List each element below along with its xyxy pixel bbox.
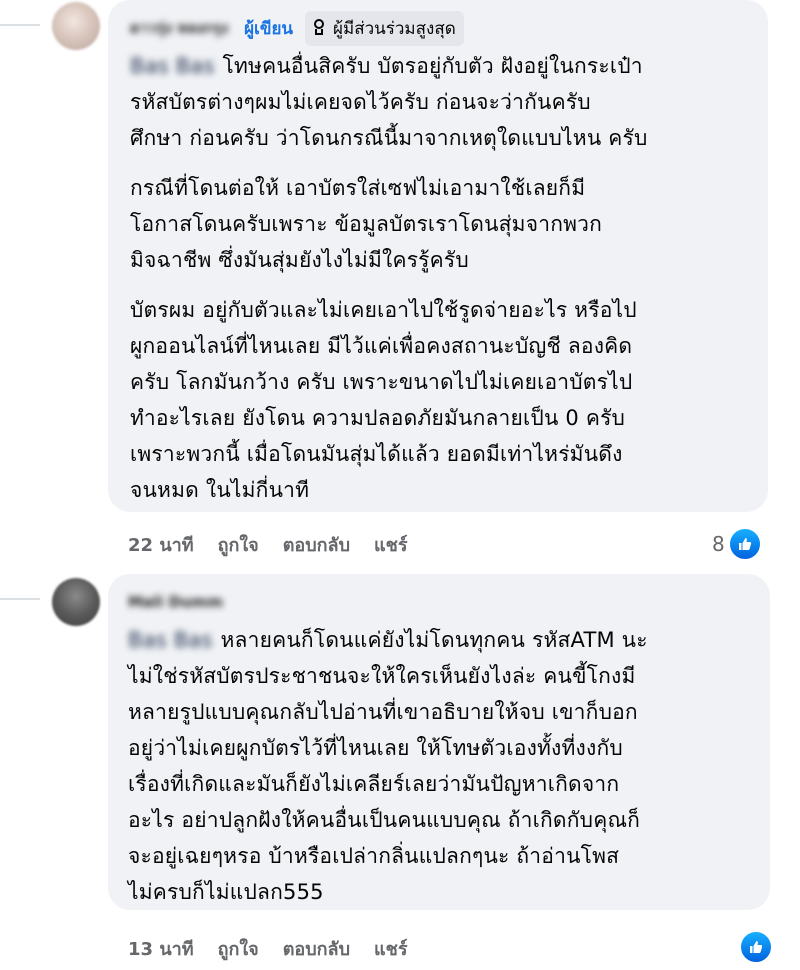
reaction-summary[interactable]: 8 (712, 527, 762, 561)
comment-timestamp[interactable]: 22 นาที (128, 530, 194, 559)
top-fan-label: ผู้มีส่วนร่วมสูงสุด (333, 18, 456, 39)
medal-icon (313, 19, 327, 37)
comment-line: เพราะพวกนี้ เมื่อโดนมันสุ่มได้แล้ว ยอดมี… (130, 442, 623, 466)
comment-line: จะอยู่เฉยๆหรอ บ้าหรือเปล่ากลิ่นแปลกๆนะ ถ… (128, 844, 620, 868)
like-button[interactable]: ถูกใจ (218, 934, 259, 963)
comment-line: ครับ โลกมันกว้าง ครับ เพราะขนาดไปไม่เคยเ… (130, 370, 633, 394)
comment-line: ไม่ใช่รหัสบัตรประชาชนจะให้ใครเห็นยังไงล่… (128, 664, 636, 688)
comment-line: เรื่องที่เกิดและมันก็ยังไม่เคลียร์เลยว่า… (128, 772, 620, 796)
comment-line: โทษคนอื่นสิครับ บัตรอยู่กับตัว ฝังอยู่ใน… (222, 54, 643, 78)
author-badge: ผู้เขียน (244, 18, 294, 39)
comment-paragraph: กรณีที่โดนต่อให้ เอาบัตรใส่เซฟไม่เอามาใช… (130, 170, 768, 278)
comment-actions: 22 นาที ถูกใจ ตอบกลับ แชร์ (128, 530, 408, 559)
comment-bubble: ดาวรุ่ง หลงกรุง ผู้เขียน ผู้มีส่วนร่วมสู… (108, 0, 768, 512)
avatar[interactable] (52, 578, 100, 626)
comment-paragraph: Bas Bas โทษคนอื่นสิครับ บัตรอยู่กับตัว ฝั… (130, 48, 768, 156)
comment-line: อยู่ว่าไม่เคยผูกบัตรไว้ที่ไหนเลย ให้โทษต… (128, 736, 623, 760)
comment-header: Mali Dumm (128, 582, 770, 622)
reaction-summary[interactable] (736, 930, 773, 964)
thread-connector (0, 598, 40, 600)
comment-bubble: Mali Dumm Bas Bas หลายคนก็โดนแค่ยังไม่โดน… (108, 574, 770, 910)
comment-header: ดาวรุ่ง หลงกรุง ผู้เขียน ผู้มีส่วนร่วมสู… (130, 8, 768, 48)
comment-line: ไม่ครบก็ไม่แปลก555 (128, 880, 324, 904)
reaction-count: 8 (712, 532, 725, 556)
share-button[interactable]: แชร์ (374, 530, 408, 559)
comment-line: หลายคนก็โดนแค่ยังไม่โดนทุกคน รหัสATM นะ (220, 628, 648, 652)
comment-line: ผูกออนไลน์ที่ไหนเลย มีไว้แค่เพื่อคงสถานะ… (130, 334, 633, 358)
author-name[interactable]: Mali Dumm (128, 593, 223, 611)
comment-line: กรณีที่โดนต่อให้ เอาบัตรใส่เซฟไม่เอามาใช… (130, 176, 586, 200)
comment-thread: ดาวรุ่ง หลงกรุง ผู้เขียน ผู้มีส่วนร่วมสู… (0, 0, 800, 970)
avatar[interactable] (52, 2, 100, 50)
comment-line: จนหมด ในไม่กี่นาที (130, 478, 310, 502)
mention-tag[interactable]: Bas Bas (128, 622, 213, 658)
comment-line: หลายรูปแบบคุณกลับไปอ่านที่เขาอธิบายให้จบ… (128, 700, 638, 724)
like-icon (739, 930, 773, 964)
author-name[interactable]: ดาวรุ่ง หลงกรุง (130, 16, 228, 40)
comment-line: ศึกษา ก่อนครับ ว่าโดนกรณีนี้มาจากเหตุใดแ… (130, 126, 648, 150)
comment-body: Bas Bas โทษคนอื่นสิครับ บัตรอยู่กับตัว ฝั… (130, 48, 768, 508)
comment-line: มิจฉาชีพ ซึ่งมันสุ่มยังไงไม่มีใครรู้ครับ (130, 248, 469, 272)
like-button[interactable]: ถูกใจ (218, 530, 259, 559)
comment-paragraph: บัตรผม อยู่กับตัวและไม่เคยเอาไปใช้รูดจ่า… (130, 292, 768, 508)
comment-line: อะไร อย่าปลูกฝังให้คนอื่นเป็นคนแบบคุณ ถ้… (128, 808, 641, 832)
comment-line: ทำอะไรเลย ยังโดน ความปลอดภัยมันกลายเป็น … (130, 406, 626, 430)
thread-connector (0, 24, 40, 26)
reply-button[interactable]: ตอบกลับ (283, 530, 350, 559)
mention-tag[interactable]: Bas Bas (130, 48, 215, 84)
comment-line: โอกาสโดนครับเพราะ ข้อมูลบัตรเราโดนสุ่มจา… (130, 212, 603, 236)
comment-line: บัตรผม อยู่กับตัวและไม่เคยเอาไปใช้รูดจ่า… (130, 298, 637, 322)
top-fan-badge: ผู้มีส่วนร่วมสูงสุด (305, 10, 464, 46)
comment-line: รหัสบัตรต่างๆผมไม่เคยจดไว้ครับ ก่อนจะว่า… (130, 90, 591, 114)
comment-actions: 13 นาที ถูกใจ ตอบกลับ แชร์ (128, 934, 408, 963)
reply-button[interactable]: ตอบกลับ (283, 934, 350, 963)
comment-timestamp[interactable]: 13 นาที (128, 934, 194, 963)
share-button[interactable]: แชร์ (374, 934, 408, 963)
comment-paragraph: Bas Bas หลายคนก็โดนแค่ยังไม่โดนทุกคน รหัส… (128, 622, 770, 910)
comment-body: Bas Bas หลายคนก็โดนแค่ยังไม่โดนทุกคน รหัส… (128, 622, 770, 910)
like-icon (727, 527, 762, 561)
